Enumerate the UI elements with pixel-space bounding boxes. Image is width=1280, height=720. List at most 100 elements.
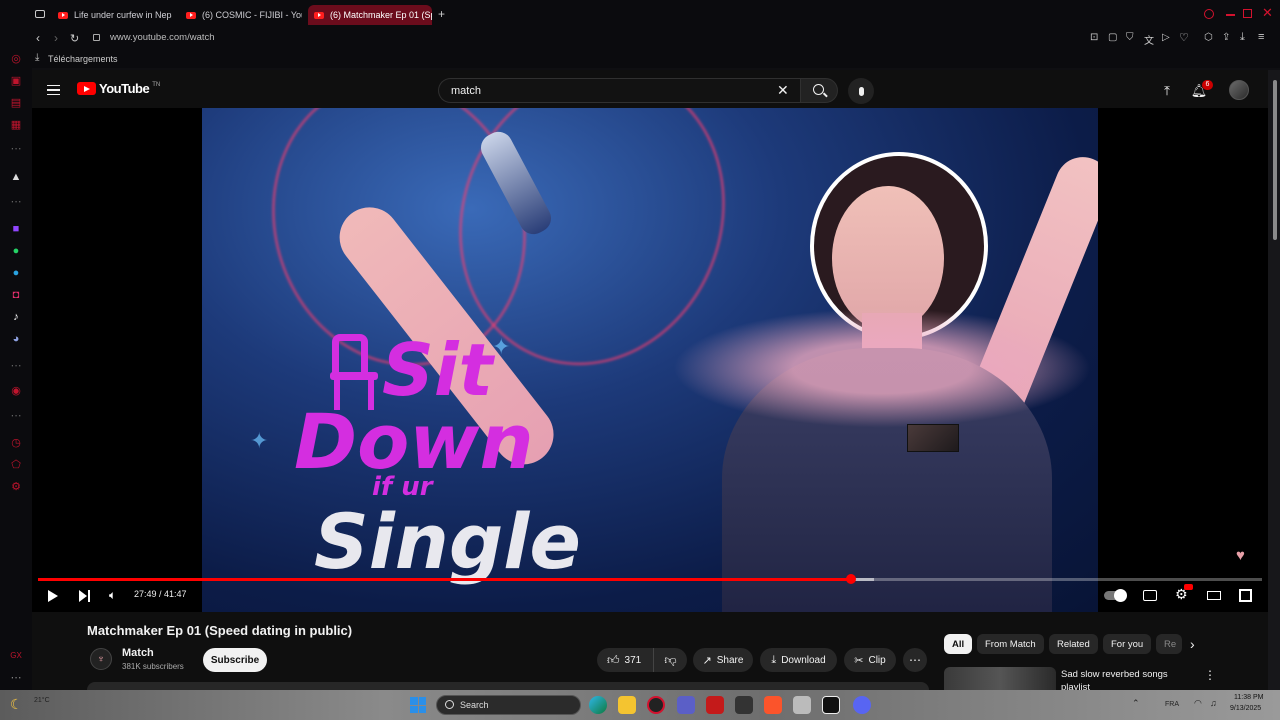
tab-cosmic-fijibi[interactable]: (6) COSMIC - FIJIBI - You [180, 5, 302, 25]
channel-watermark-icon[interactable]: ♥ [1236, 548, 1258, 564]
more-actions-button[interactable]: ⋯ [903, 648, 927, 672]
microphone [476, 126, 556, 240]
forward-icon[interactable]: › [54, 31, 58, 45]
account-avatar[interactable] [1229, 80, 1249, 100]
share-page-icon[interactable]: ⇪ [1222, 32, 1230, 43]
subscribe-button[interactable]: Subscribe [203, 648, 267, 672]
video-frame[interactable]: ✦ ✦ ✦ Sit Down if [202, 108, 1098, 612]
taskbar-search[interactable]: Search [436, 695, 581, 715]
next-button[interactable] [79, 590, 91, 602]
search-tabs-icon[interactable] [1204, 9, 1214, 19]
chip-recently-uploaded[interactable]: Re [1156, 634, 1182, 654]
browser-menu-icon[interactable]: ≡ [1258, 31, 1264, 43]
discord-icon[interactable]: ◕ [10, 333, 22, 345]
downloads-icon[interactable]: ⤓ [1240, 31, 1245, 44]
file-explorer-icon[interactable] [618, 696, 636, 714]
fullscreen-icon[interactable] [1239, 589, 1252, 602]
tray-chevron-icon[interactable]: ⌃ [1132, 698, 1140, 709]
pinboard-icon[interactable]: ⬠ [10, 459, 22, 471]
search-button[interactable] [800, 78, 838, 103]
tab-matchmaker[interactable]: (6) Matchmaker Ep 01 (Sp [308, 5, 432, 25]
chip-from-match[interactable]: From Match [977, 634, 1044, 654]
twitch-icon[interactable]: ■ [10, 223, 22, 235]
opera-gx-icon[interactable] [647, 696, 665, 714]
recommendation-thumbnail[interactable] [944, 667, 1056, 690]
url-field[interactable]: www.youtube.com/watch [110, 32, 215, 43]
downloads-label[interactable]: Téléchargements [48, 54, 118, 64]
settings-icon[interactable]: ⚙ [10, 481, 22, 493]
dc-app-icon[interactable] [822, 696, 840, 714]
recommendation-title[interactable]: Sad slow reverbed songs [1061, 669, 1168, 680]
sidebar-more-icon[interactable]: ⋯ [10, 672, 22, 684]
chip-all[interactable]: All [944, 634, 973, 654]
bookmark-icon[interactable]: ⊡ [1090, 32, 1098, 43]
upload-icon[interactable]: ⤒ [1158, 82, 1176, 100]
heart-icon[interactable]: ♡ [1179, 31, 1189, 44]
start-windows-icon[interactable] [410, 697, 426, 713]
volume-icon[interactable]: 🔈︎ [109, 588, 116, 603]
close-window-icon[interactable]: ✕ [1262, 5, 1273, 21]
chip-related[interactable]: Related [1049, 634, 1098, 654]
subtitles-icon[interactable] [1143, 590, 1157, 601]
channel-name[interactable]: Match [122, 647, 154, 659]
recommendation-menu-icon[interactable]: ⋮ [1204, 668, 1216, 682]
adblock-icon[interactable]: ⛉ [1126, 32, 1134, 43]
app-icon-2[interactable] [793, 696, 811, 714]
telegram-icon[interactable]: ● [10, 267, 22, 279]
voice-search-button[interactable] [848, 78, 874, 104]
snapshot-icon[interactable]: ▢ [1108, 32, 1117, 43]
record-app-icon[interactable] [706, 696, 724, 714]
tv-icon[interactable]: ▤ [10, 97, 22, 109]
wifi-icon[interactable]: ◠ [1194, 698, 1202, 709]
gx-icon[interactable]: GX [10, 650, 22, 662]
discord-taskbar-icon[interactable] [853, 696, 871, 714]
whatsapp-icon[interactable]: ● [10, 245, 22, 257]
play-button[interactable] [48, 590, 58, 602]
aria-icon[interactable]: ◎ [10, 53, 22, 65]
weather-moon-icon[interactable]: ☾ [10, 696, 23, 713]
minimize-icon[interactable] [1226, 14, 1235, 16]
clock-time[interactable]: 11:38 PM [1234, 694, 1263, 701]
brave-icon[interactable] [764, 696, 782, 714]
reload-icon[interactable]: ↻ [70, 32, 79, 45]
tab-menu-icon[interactable] [35, 10, 45, 18]
teams-icon[interactable] [677, 696, 695, 714]
chips-next-chevron-icon[interactable]: › [1190, 636, 1195, 652]
download-button[interactable]: ⤓ Download [760, 648, 837, 672]
maximize-icon[interactable] [1243, 9, 1252, 18]
instagram-icon[interactable]: ◘ [10, 289, 22, 301]
news-icon[interactable]: ▦ [10, 119, 22, 131]
tiktok-icon[interactable]: ♪ [10, 311, 22, 323]
guide-menu-icon[interactable] [44, 82, 62, 98]
autoplay-toggle[interactable] [1104, 589, 1127, 602]
translate-icon[interactable]: 文 [1144, 32, 1154, 47]
weather-temp[interactable]: 21°C [34, 697, 50, 704]
share-button[interactable]: ↗ Share [693, 648, 753, 672]
chip-for-you[interactable]: For you [1103, 634, 1152, 654]
clock-date[interactable]: 9/13/2025 [1230, 705, 1261, 712]
player-sidebar-icon[interactable]: ◉ [10, 385, 22, 397]
app-icon[interactable] [735, 696, 753, 714]
new-tab-plus-icon[interactable]: + [438, 7, 445, 21]
language-indicator[interactable]: FRA [1165, 701, 1179, 708]
search-input[interactable] [451, 84, 751, 98]
clear-search-icon[interactable]: ✕ [777, 82, 789, 99]
back-icon[interactable]: ‹ [36, 31, 40, 45]
theater-mode-icon[interactable] [1207, 591, 1221, 600]
player-icon[interactable]: ▷ [1162, 32, 1170, 43]
channel-avatar[interactable]: ♆ [90, 648, 112, 670]
aria-ai-icon[interactable]: ▲ [10, 171, 22, 183]
video-player[interactable]: ✦ ✦ ✦ Sit Down if [32, 108, 1268, 612]
tab-life-under-curfew[interactable]: Life under curfew in Nepa [52, 5, 172, 25]
extensions-icon[interactable]: ⬡ [1204, 32, 1213, 43]
crypto-wallet-icon[interactable]: ▣ [10, 75, 22, 87]
edge-icon[interactable] [589, 696, 607, 714]
dislike-button[interactable]: 👎︎ [653, 648, 687, 672]
clip-button[interactable]: ✂ Clip [844, 648, 896, 672]
progress-bar[interactable] [38, 574, 1262, 584]
history-icon[interactable]: ◷ [10, 437, 22, 449]
page-scrollbar-thumb[interactable] [1273, 80, 1277, 240]
speaker-icon[interactable]: ♫ [1210, 698, 1217, 708]
youtube-logo[interactable]: YouTube TN [77, 81, 160, 96]
progress-scrubber[interactable] [845, 574, 856, 584]
